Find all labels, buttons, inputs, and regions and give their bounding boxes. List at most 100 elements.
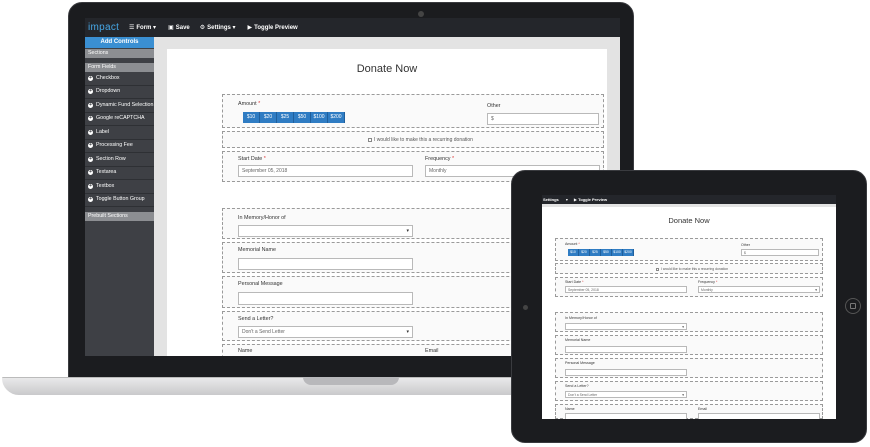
tablet-settings-button[interactable]: Settings ▾ (543, 197, 568, 202)
amount-button-group: $10 $20 $25 $50 $100 $200 (243, 112, 345, 123)
camera-icon (523, 305, 528, 310)
save-icon: ▣ (168, 25, 174, 31)
home-button-icon (845, 298, 861, 314)
tablet-memory-section[interactable]: In Memory/Honor of ▾ (555, 312, 823, 332)
caret-down-icon: ▾ (815, 288, 817, 292)
tablet-other-input[interactable]: $ (741, 249, 819, 256)
sidebar: Add Controls Sections Form Fields + Check… (85, 37, 154, 356)
tablet-toggle-preview-button[interactable]: ▶ Toggle Preview (574, 197, 613, 202)
menu-icon: ☰ (129, 25, 135, 31)
sidebar-item-textbox[interactable]: + Textbox (85, 180, 154, 194)
recurring-checkbox[interactable] (368, 138, 372, 142)
other-amount-input[interactable]: $ (487, 113, 599, 125)
amount-button-50[interactable]: $50 (294, 112, 311, 123)
sidebar-item-textarea[interactable]: + Textarea (85, 167, 154, 180)
sidebar-item-dynamic-fund[interactable]: + Dynamic Fund Selection (85, 99, 154, 113)
sections-header[interactable]: Sections (85, 49, 154, 58)
caret-down-icon: ▾ (406, 329, 409, 335)
amount-button-20[interactable]: $20 (260, 112, 277, 123)
memory-select[interactable]: ▾ (238, 225, 413, 237)
send-letter-label: Send a Letter? (238, 316, 274, 322)
sidebar-item-dropdown[interactable]: + Dropdown (85, 86, 154, 99)
tablet-send-letter-section[interactable]: Send a Letter? Don't a Send Letter ▾ (555, 381, 823, 401)
camera-icon (418, 11, 424, 17)
frequency-value: Monthly (429, 168, 447, 174)
start-date-label: Start Date (238, 156, 263, 162)
email-label: Email (425, 348, 439, 354)
tablet-contact-section[interactable]: Name Email (555, 404, 823, 419)
save-button[interactable]: ▣ Save (168, 24, 190, 32)
send-letter-value: Don't a Send Letter (242, 329, 285, 335)
plus-icon: + (88, 196, 93, 203)
tablet-send-letter-select[interactable]: Don't a Send Letter ▾ (565, 391, 687, 398)
tablet-email-input[interactable] (698, 413, 820, 419)
tablet-memorial-name-input[interactable] (565, 346, 687, 353)
toggle-preview-label: Toggle Preview (254, 24, 298, 31)
form-title: Donate Now (356, 63, 418, 75)
other-label: Other (487, 103, 501, 109)
tablet-personal-message-section[interactable]: Personal Message (555, 358, 823, 378)
frequency-label: Frequency (425, 156, 451, 162)
laptop-notch (303, 377, 399, 385)
settings-menu-button[interactable]: ⚙ Settings ▾ (200, 24, 238, 32)
tablet-app-header: Settings ▾ ▶ Toggle Preview (542, 195, 836, 204)
tablet-memory-select[interactable]: ▾ (565, 323, 687, 330)
tablet-other-label: Other (741, 243, 750, 247)
tablet-frame: Settings ▾ ▶ Toggle Preview Donate Now A… (511, 170, 867, 443)
tablet-amount-button-group: $10 $20 $25 $50 $100 $200 (568, 249, 634, 256)
sidebar-item-toggle-button-group[interactable]: + Toggle Button Group (85, 194, 154, 207)
prebuilt-sections-header[interactable]: Prebuilt Sections (85, 212, 154, 221)
tablet-form-title: Donate Now (668, 216, 710, 225)
tablet-amount-button-10[interactable]: $10 (568, 249, 579, 256)
device-mockup: impact ☰ Form ▾ ▣ Save ⚙ Settings ▾ ▶ To… (0, 0, 870, 447)
tablet-name-input[interactable] (565, 413, 687, 419)
tablet-recurring-checkbox[interactable] (656, 267, 659, 271)
play-icon: ▶ (247, 25, 253, 31)
memorial-name-input[interactable] (238, 258, 413, 270)
plus-icon: + (88, 101, 93, 108)
amount-section[interactable]: Amount * $10 $20 $25 $50 $100 $200 Other… (222, 94, 604, 128)
sidebar-item-recaptcha[interactable]: + Google reCAPTCHA (85, 113, 154, 126)
personal-message-label: Personal Message (238, 281, 283, 287)
tablet-frequency-select[interactable]: Monthly ▾ (698, 286, 820, 293)
amount-button-200[interactable]: $200 (328, 112, 345, 123)
name-label: Name (238, 348, 253, 354)
tablet-amount-button-50[interactable]: $50 (601, 249, 612, 256)
caret-down-icon: ▾ (682, 393, 684, 397)
tablet-amount-button-100[interactable]: $100 (612, 249, 623, 256)
send-letter-select[interactable]: Don't a Send Letter ▾ (238, 326, 413, 338)
required-marker: * (262, 156, 266, 162)
personal-message-textarea[interactable] (238, 292, 413, 305)
sidebar-item-checkbox[interactable]: + Checkbox (85, 72, 154, 86)
recurring-section[interactable]: I would like to make this a recurring do… (222, 131, 604, 148)
settings-label: Settings (207, 24, 231, 31)
sidebar-item-section-row[interactable]: + Section Row (85, 153, 154, 167)
caret-down-icon: ▾ (151, 25, 157, 31)
recurring-label: I would like to make this a recurring do… (374, 137, 473, 143)
tablet-personal-message-textarea[interactable] (565, 369, 687, 376)
sidebar-item-processing-fee[interactable]: + Processing Fee (85, 140, 154, 153)
plus-icon: + (88, 155, 93, 162)
memorial-name-label: Memorial Name (238, 247, 277, 253)
form-menu-button[interactable]: ☰ Form ▾ (129, 24, 158, 32)
tablet-amount-button-200[interactable]: $200 (623, 249, 634, 256)
sidebar-item-label[interactable]: + Label (85, 126, 154, 140)
caret-down-icon: ▾ (406, 228, 409, 234)
tablet-recurring-section[interactable]: I would like to make this a recurring do… (555, 263, 823, 274)
tablet-start-date-input[interactable]: September 05, 2018 (565, 286, 687, 293)
tablet-memorial-name-section[interactable]: Memorial Name (555, 335, 823, 355)
caret-down-icon: ▾ (682, 325, 684, 329)
amount-label: Amount (238, 101, 257, 107)
tablet-schedule-section[interactable]: Start Date * September 05, 2018 Frequenc… (555, 277, 823, 297)
tablet-amount-section[interactable]: Amount * $10 $20 $25 $50 $100 $200 Other… (555, 238, 823, 261)
plus-icon: + (88, 128, 93, 135)
amount-button-25[interactable]: $25 (277, 112, 294, 123)
tablet-amount-button-20[interactable]: $20 (579, 249, 590, 256)
start-date-input[interactable]: September 05, 2018 (238, 165, 413, 177)
toggle-preview-button[interactable]: ▶ Toggle Preview (247, 24, 298, 32)
amount-button-10[interactable]: $10 (243, 112, 260, 123)
tablet-amount-button-25[interactable]: $25 (590, 249, 601, 256)
amount-button-100[interactable]: $100 (311, 112, 328, 123)
app-logo: impact (88, 22, 120, 33)
form-menu-label: Form (136, 24, 152, 31)
